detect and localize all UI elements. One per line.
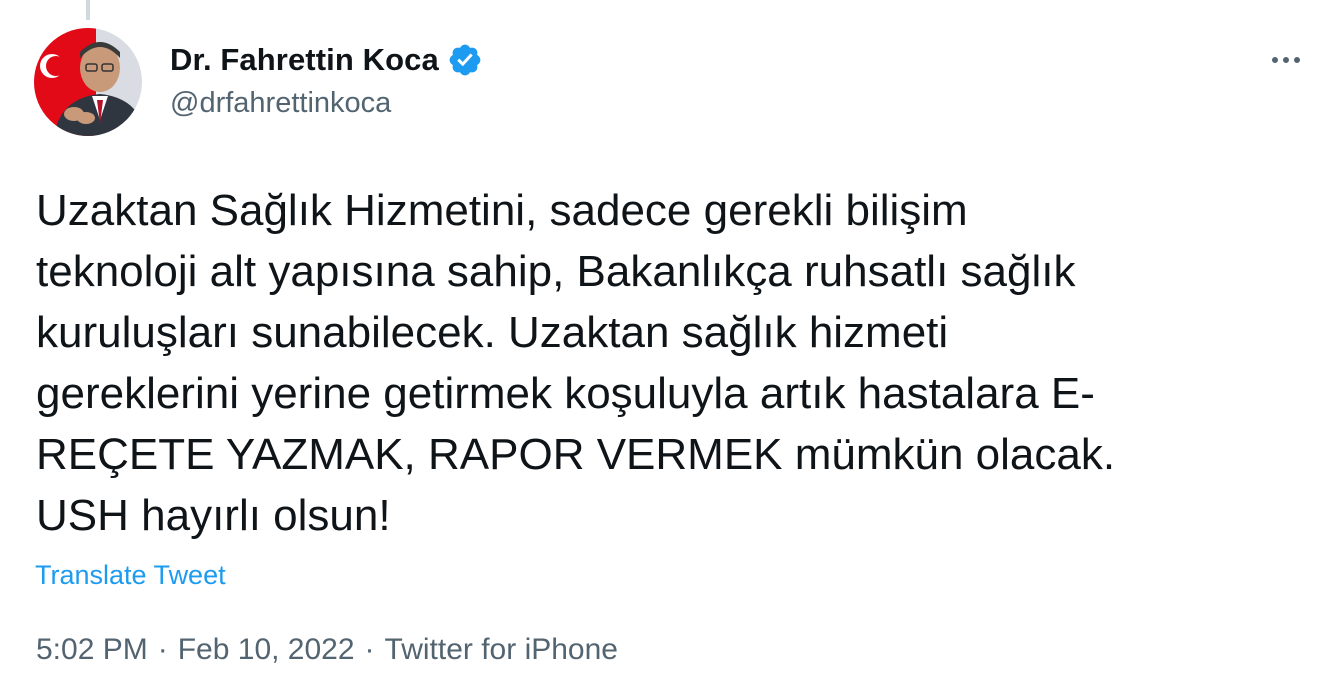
tweet-source[interactable]: Twitter for iPhone <box>385 633 618 666</box>
avatar-image <box>34 28 142 136</box>
separator-dot: · <box>364 633 375 666</box>
thread-connector-line <box>86 0 90 20</box>
verified-badge-icon <box>447 42 483 78</box>
display-name[interactable]: Dr. Fahrettin Koca <box>170 42 439 78</box>
more-options-button[interactable] <box>1262 38 1310 82</box>
name-row: Dr. Fahrettin Koca <box>170 38 483 82</box>
user-handle[interactable]: @drfahrettinkoca <box>170 87 483 120</box>
tweet-metadata: 5:02 PM · Feb 10, 2022 · Twitter for iPhone <box>36 633 618 667</box>
separator-dot: · <box>157 633 168 666</box>
tweet-text: Uzaktan Sağlık Hizmetini, sadece gerekli… <box>36 186 1116 540</box>
more-dot <box>1283 57 1289 63</box>
user-info: Dr. Fahrettin Koca @drfahrettinkoca <box>170 38 483 120</box>
translate-tweet-link[interactable]: Translate Tweet <box>35 560 226 591</box>
tweet-date[interactable]: Feb 10, 2022 <box>178 633 355 666</box>
more-dot <box>1294 57 1300 63</box>
more-horizontal-icon <box>1272 57 1278 63</box>
tweet-time[interactable]: 5:02 PM <box>36 633 148 666</box>
avatar[interactable] <box>34 28 142 136</box>
